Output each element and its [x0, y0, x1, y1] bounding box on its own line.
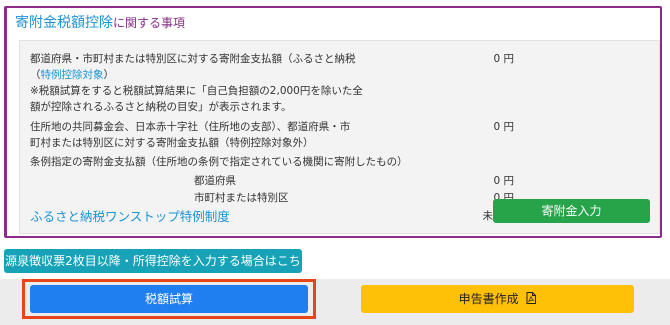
donation-input-button[interactable]: 寄附金入力 [493, 199, 650, 223]
furusato-note-line1: ※税額試算をすると税額試算結果に「自己負担額の2,000円を除いた全 [30, 85, 363, 97]
gensen-additional-input-button[interactable]: 源泉徴収票2枚目以降・所得控除を入力する場合はこちら [4, 249, 302, 292]
furusato-amount: 0 円 [493, 53, 514, 65]
jorei-municipality-label: 市町村または特別区 [194, 192, 289, 204]
tax-calc-button[interactable]: 税額試算 [30, 285, 308, 313]
kyodo-label-line2: 町村または特別区に対する寄附金支払額（特例控除対象外） [30, 137, 314, 149]
jorei-prefecture-label: 都道府県 [194, 175, 236, 187]
furusato-paren-open: （ [30, 69, 41, 81]
furusato-label-line2: （特例控除対象） [30, 67, 114, 83]
furusato-label-line1: 都道府県・市町村または特別区に対する寄附金支払額（ふるさと納税 [30, 53, 356, 65]
kyodo-amount: 0 円 [493, 121, 514, 133]
furusato-paren-close: ） [103, 69, 115, 81]
pdf-file-icon [526, 286, 537, 314]
furusato-note-line2: 額が控除されるふるさと納税の目安」が表示されます。 [30, 101, 292, 113]
special-deduction-link[interactable]: 特例控除対象 [41, 69, 104, 81]
section-title: 寄附金税額控除に関する事項 [15, 14, 185, 32]
kyodo-label-line1: 住所地の共同募金会、日本赤十字社（住所地の支部）、都道府県・市 [30, 121, 351, 133]
section-title-lead: 寄附金税額控除 [15, 15, 113, 31]
jorei-label: 条例指定の寄附金支払額（住所地の条例で指定されている機関に寄附したもの） [30, 156, 408, 168]
section-title-tail: に関する事項 [113, 16, 186, 30]
onestop-link[interactable]: ふるさと納税ワンストップ特例制度 [30, 208, 230, 226]
create-return-button[interactable]: 申告書作成 [361, 285, 634, 313]
jorei-prefecture-amount: 0 円 [493, 175, 514, 187]
create-return-label: 申告書作成 [458, 292, 519, 306]
